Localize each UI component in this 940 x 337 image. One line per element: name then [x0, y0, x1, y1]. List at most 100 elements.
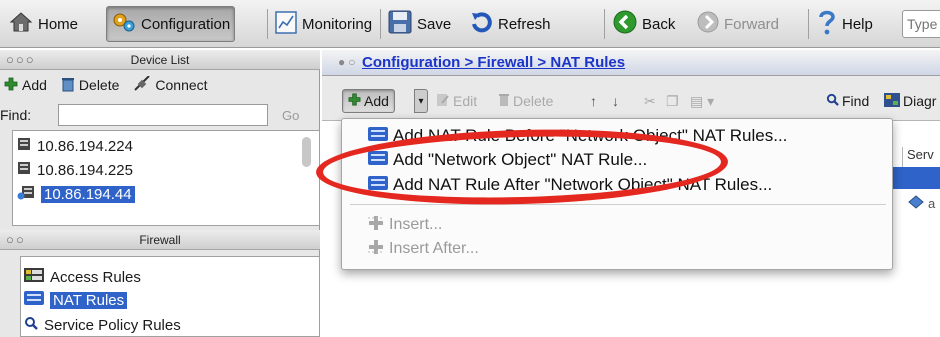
device-list-title: Device List [130, 53, 190, 67]
device-name: 10.86.194.225 [37, 161, 133, 179]
add-rule-button[interactable]: Add [342, 89, 395, 113]
refresh-icon [470, 10, 494, 38]
copy-button[interactable]: ❐ [666, 89, 679, 113]
nav-item-service-policy-rules[interactable]: Service Policy Rules [24, 314, 181, 336]
edit-pencil-icon [436, 93, 450, 110]
monitoring-button[interactable]: Monitoring [270, 6, 376, 42]
refresh-button[interactable]: Refresh [466, 6, 555, 42]
paste-button[interactable]: ▤ ▾ [690, 89, 714, 113]
go-button[interactable]: Go [282, 108, 299, 123]
save-label: Save [417, 15, 452, 33]
paste-icon: ▤ ▾ [690, 92, 715, 109]
menu-item-add-network-object-rule[interactable]: Add "Network Object" NAT Rule... [368, 149, 647, 171]
window-controls[interactable]: ○○○ [6, 50, 36, 70]
menu-item-add-before[interactable]: Add NAT Rule Before "Network Object" NAT… [368, 125, 787, 147]
device-connected-icon [17, 184, 35, 204]
menu-item-label: Add "Network Object" NAT Rule... [393, 150, 648, 169]
find-label: Find: [0, 107, 32, 123]
device-item-selected[interactable]: 10.86.194.44 [17, 183, 135, 205]
toolbar-separator [267, 9, 268, 39]
device-list-titlebar: ○○○ Device List [0, 50, 320, 70]
nav-item-nat-rules[interactable]: NAT Rules [24, 289, 128, 311]
find-button[interactable]: Find [826, 89, 869, 113]
nav-item-access-rules[interactable]: Access Rules [24, 266, 141, 288]
home-button[interactable]: Home [4, 6, 82, 42]
delete-device-button[interactable]: Delete [61, 76, 119, 95]
delete-rule-button[interactable]: Delete [498, 89, 553, 113]
device-icon [17, 161, 31, 179]
window-controls[interactable]: ○○ [6, 230, 26, 250]
add-dropdown-arrow[interactable]: ▾ [414, 89, 428, 113]
copy-icon: ❐ [666, 92, 679, 109]
forward-label: Forward [724, 15, 780, 33]
menu-separator [350, 204, 886, 205]
menu-item-label: Insert... [389, 216, 443, 233]
toolbar-separator [380, 9, 381, 39]
device-list: 10.86.194.224 10.86.194.225 10.86.194.44 [12, 130, 320, 226]
connect-device-label: Connect [155, 77, 208, 93]
firewall-titlebar: ○○ Firewall [0, 230, 320, 250]
monitoring-label: Monitoring [302, 15, 373, 33]
save-button[interactable]: Save [383, 6, 455, 42]
find-label: Find [842, 93, 870, 109]
object-letter: a [928, 196, 936, 211]
device-item[interactable]: 10.86.194.225 [17, 159, 133, 181]
firewall-panel: ○○ Firewall Access Rules NAT Rules Servi… [0, 228, 320, 337]
breadcrumb[interactable]: Configuration > Firewall > NAT Rules [362, 54, 625, 71]
nat-rule-icon [368, 126, 388, 146]
toolbar-separator [604, 9, 605, 39]
device-item[interactable]: 10.86.194.224 [17, 135, 133, 157]
help-button[interactable]: Help [812, 6, 877, 42]
nat-toolbar: Add ▾ Edit Delete ↑ ↓ ✂ ❐ ▤ ▾ Find Diagr [322, 86, 940, 116]
nat-rules-icon [24, 291, 44, 309]
column-header-service[interactable]: Serv [902, 147, 934, 167]
nav-item-label: Service Policy Rules [44, 316, 181, 334]
refresh-label: Refresh [498, 15, 551, 33]
search-input[interactable] [902, 10, 940, 38]
nat-rule-icon [368, 175, 388, 195]
add-device-button[interactable]: Add [4, 77, 47, 94]
plus-icon [348, 93, 361, 109]
cut-button[interactable]: ✂ [644, 89, 656, 113]
nav-item-label: NAT Rules [50, 291, 128, 309]
device-list-panel: ○○○ Device List Add Delete Connect Find:… [0, 50, 320, 228]
arrow-up-icon: ↑ [590, 93, 597, 109]
magnifier-icon [826, 93, 839, 109]
menu-item-insert[interactable]: Insert... [368, 214, 442, 236]
magnifier-icon [24, 316, 38, 334]
trash-icon [61, 76, 75, 95]
device-name: 10.86.194.224 [37, 137, 133, 155]
table-row[interactable]: a [908, 195, 935, 212]
scissors-icon: ✂ [644, 92, 656, 109]
forward-button[interactable]: Forward [692, 6, 783, 42]
move-up-button[interactable]: ↑ [590, 89, 597, 113]
move-down-button[interactable]: ↓ [612, 89, 619, 113]
window-controls[interactable]: ●○ [338, 55, 359, 69]
main-toolbar: Home Configuration Monitoring Save Refre… [0, 0, 940, 48]
connect-plug-icon [133, 74, 151, 95]
help-label: Help [842, 15, 873, 33]
menu-item-label: Insert After... [389, 240, 479, 257]
menu-item-label: Add NAT Rule Before "Network Object" NAT… [393, 126, 788, 145]
back-label: Back [642, 15, 676, 33]
delete-rule-label: Delete [513, 93, 554, 109]
forward-arrow-icon [696, 10, 720, 38]
toolbar-separator [808, 9, 809, 39]
monitoring-chart-icon [274, 9, 298, 39]
configuration-button[interactable]: Configuration [106, 6, 236, 42]
access-rules-icon [24, 268, 44, 286]
diagram-button[interactable]: Diagr [884, 89, 936, 113]
menu-item-insert-after[interactable]: Insert After... [368, 238, 479, 260]
arrow-down-icon: ↓ [612, 93, 619, 109]
back-button[interactable]: Back [608, 6, 679, 42]
configuration-label: Configuration [141, 15, 231, 33]
home-icon [8, 9, 34, 39]
find-input[interactable] [58, 104, 268, 126]
insert-after-plus-icon [368, 239, 384, 260]
firewall-title: Firewall [139, 233, 181, 247]
menu-item-add-after[interactable]: Add NAT Rule After "Network Object" NAT … [368, 174, 772, 196]
device-list-scrollbar[interactable] [302, 137, 311, 167]
edit-rule-button[interactable]: Edit [436, 89, 477, 113]
menu-item-label: Add NAT Rule After "Network Object" NAT … [393, 175, 773, 194]
connect-device-button[interactable]: Connect [133, 74, 208, 95]
